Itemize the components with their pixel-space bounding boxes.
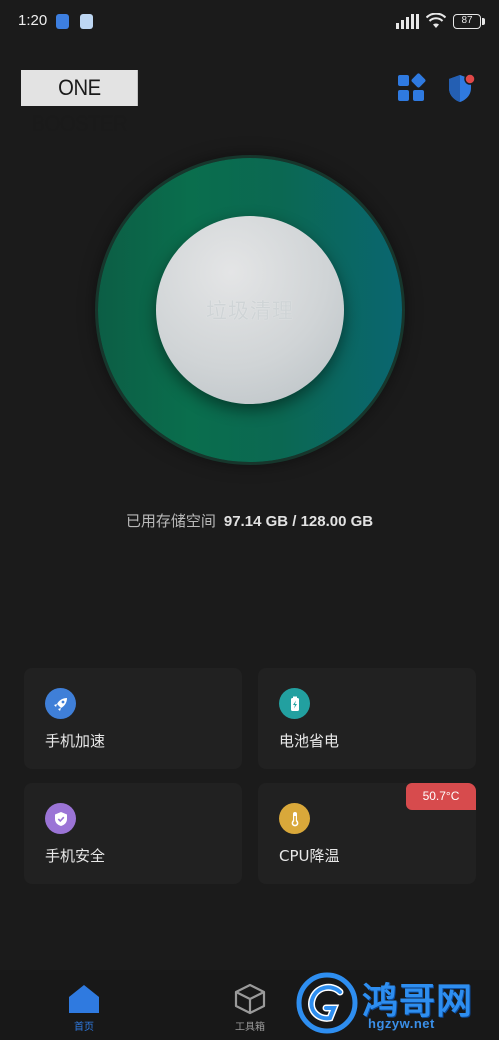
- watermark-logo-icon: [296, 972, 358, 1034]
- storage-info: 已用存储空间 97.14 GB / 128.00 GB: [0, 510, 499, 531]
- notification-app-icon: [56, 14, 69, 29]
- home-icon: [69, 985, 99, 1013]
- nav-home[interactable]: 首页: [39, 970, 129, 1040]
- wifi-icon: [426, 13, 446, 28]
- card-label: 手机加速: [45, 732, 106, 750]
- phone-boost-card[interactable]: 手机加速: [24, 668, 242, 769]
- cpu-cooler-card[interactable]: 50.7°C CPU降温: [258, 783, 476, 884]
- junk-clean-button[interactable]: 垃圾清理: [156, 216, 344, 404]
- temperature-badge: 50.7°C: [406, 783, 476, 810]
- box-icon: [234, 983, 266, 1015]
- card-label: CPU降温: [279, 847, 340, 865]
- status-time: 1:20: [18, 12, 48, 29]
- junk-clean-label: 垃圾清理: [206, 299, 294, 323]
- storage-value: 97.14 GB / 128.00 GB: [223, 513, 374, 530]
- app-logo: ONE BOOSTER: [21, 70, 138, 136]
- apps-icon[interactable]: [396, 72, 426, 104]
- battery-icon: [279, 688, 310, 719]
- watermark-url: hgzyw.net: [368, 1016, 435, 1031]
- rocket-icon: [45, 688, 76, 719]
- card-label: 电池省电: [279, 732, 340, 750]
- thermometer-icon: [279, 803, 310, 834]
- status-bar: 1:20 87: [0, 0, 499, 44]
- battery-saver-card[interactable]: 电池省电: [258, 668, 476, 769]
- battery-tip: [482, 18, 485, 25]
- notification-image-icon: [80, 14, 93, 29]
- watermark: 鸿哥网 hgzyw.net: [296, 968, 496, 1038]
- security-shield-icon[interactable]: [447, 72, 477, 104]
- signal-icon: [396, 14, 419, 29]
- nav-toolbox-label: 工具箱: [235, 1022, 265, 1033]
- phone-security-card[interactable]: 手机安全: [24, 783, 242, 884]
- battery-level-icon: 87: [453, 14, 481, 29]
- card-label: 手机安全: [45, 847, 106, 865]
- shield-check-icon: [45, 803, 76, 834]
- nav-toolbox[interactable]: 工具箱: [205, 970, 295, 1040]
- nav-home-label: 首页: [74, 1022, 94, 1033]
- storage-label: 已用存储空间: [125, 512, 216, 530]
